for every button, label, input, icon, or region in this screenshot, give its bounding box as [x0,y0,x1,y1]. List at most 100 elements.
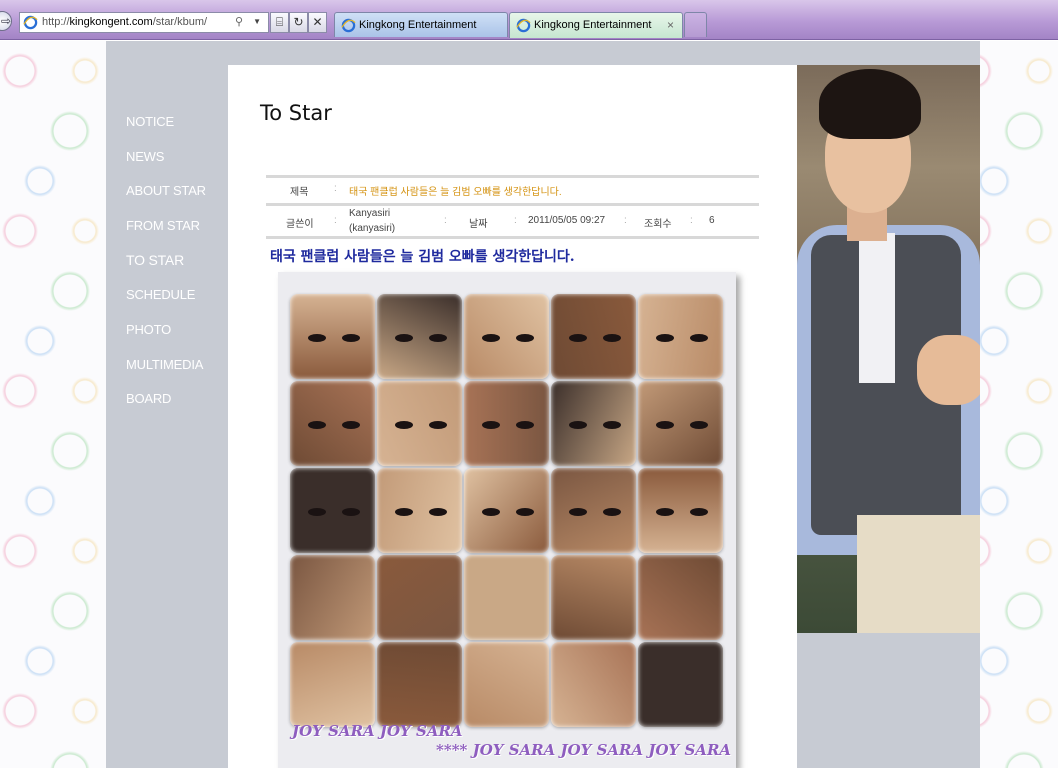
photo-eye [395,334,413,342]
close-tab-icon[interactable]: × [667,18,674,32]
separator: : [690,215,693,226]
stop-icon: ✕ [312,15,323,29]
site-nav: NOTICE NEWS ABOUT STAR FROM STAR TO STAR… [106,41,228,768]
photo-eye [603,334,621,342]
photo-eye [569,421,587,429]
photo-eye [429,508,447,516]
url-text: http://kingkongent.com/star/kbum/ [42,16,208,28]
post-heading: 태국 팬클럽 사람들은 늘 김범 오빠를 생각한답니다. [270,249,575,265]
photo-eye [656,421,674,429]
views-count: 6 [709,215,715,226]
collage-tile [551,294,636,379]
separator: : [334,215,337,226]
separator: : [444,215,447,226]
photo-eye [516,421,534,429]
collage-tile [464,642,549,727]
collage-tile [290,642,375,727]
photo-eye [482,334,500,342]
collage-tile [377,642,462,727]
photo-collage: JOY SARA JOY SARA **** JOY SARA JOY SARA… [278,272,736,768]
subject-label: 제목 [290,187,309,198]
ie-logo-icon [23,15,38,30]
collage-tile [464,555,549,640]
nav-about-star[interactable]: ABOUT STAR [126,183,206,198]
star-photo [797,65,980,633]
browser-toolbar: ⇨ http://kingkongent.com/star/kbum/ ⚲ ▼ … [0,0,1058,40]
photo-eye [690,334,708,342]
photo-eye [429,421,447,429]
nav-photo[interactable]: PHOTO [126,322,171,337]
collage-grid [290,294,726,730]
nav-news[interactable]: NEWS [126,149,164,164]
collage-tile [290,381,375,466]
collage-tile [551,468,636,553]
watermark-text: JOY SARA JOY SARA [292,722,463,740]
author-label: 글쓴이 [286,219,314,230]
photo-eye [308,421,326,429]
content-panel: To Star 제목 : 태국 팬클럽 사람들은 늘 김범 오빠를 생각한답니다… [228,65,797,768]
nav-from-star[interactable]: FROM STAR [126,218,200,233]
back-button[interactable]: ⇨ [0,11,12,31]
date-label: 날짜 [469,219,488,230]
tab-kingkong-1[interactable]: Kingkong Entertainment [334,12,508,37]
collage-tile [638,294,723,379]
tab-kingkong-2[interactable]: Kingkong Entertainment × [509,12,683,38]
refresh-button[interactable]: ↻ [289,12,308,33]
separator: : [334,183,337,194]
photo-eye [482,421,500,429]
nav-multimedia[interactable]: MULTIMEDIA [126,357,203,372]
post-date: 2011/05/05 09:27 [528,215,606,226]
search-icon[interactable]: ⚲ [235,15,243,28]
photo-eye [342,508,360,516]
divider [266,203,759,206]
ie-logo-icon [341,18,356,33]
collage-tile [377,294,462,379]
compatibility-view-button[interactable]: ⌸ [270,12,289,33]
photo-eye [603,421,621,429]
collage-tile [290,294,375,379]
new-tab-button[interactable] [684,12,707,37]
refresh-icon: ↻ [293,15,304,29]
photo-eye [603,508,621,516]
photo-eye [482,508,500,516]
photo-eye [516,508,534,516]
collage-tile [464,468,549,553]
collage-tile [377,381,462,466]
tab-label: Kingkong Entertainment [359,19,477,31]
watermark-text: **** JOY SARA JOY SARA JOY SARA [436,741,732,759]
photo-tee [859,233,895,383]
collage-tile [290,468,375,553]
collage-tile [638,642,723,727]
photo-eye [656,508,674,516]
nav-board[interactable]: BOARD [126,391,171,406]
photo-eye [429,334,447,342]
page-title: To Star [260,101,332,125]
back-arrow-icon: ⇨ [1,14,12,28]
collage-tile [551,555,636,640]
photo-eye [690,421,708,429]
photo-eye [342,334,360,342]
photo-eye [395,508,413,516]
address-bar[interactable]: http://kingkongent.com/star/kbum/ ⚲ ▼ [19,12,269,33]
tab-label: Kingkong Entertainment [534,19,652,31]
collage-tile [464,381,549,466]
ie-logo-icon [516,18,531,33]
post-meta-table: 제목 : 태국 팬클럽 사람들은 늘 김범 오빠를 생각한답니다. 글쓴이 : … [266,175,759,239]
collage-tile [290,555,375,640]
stop-button[interactable]: ✕ [308,12,327,33]
separator: : [624,215,627,226]
divider [266,175,759,178]
separator: : [514,215,517,226]
photo-eye [516,334,534,342]
photo-eye [656,334,674,342]
chevron-down-icon[interactable]: ▼ [253,17,261,26]
post-subject: 태국 팬클럽 사람들은 늘 김범 오빠를 생각한답니다. [349,187,562,198]
collage-tile [377,555,462,640]
photo-hair [819,69,921,139]
photo-eye [395,421,413,429]
nav-notice[interactable]: NOTICE [126,114,174,129]
nav-schedule[interactable]: SCHEDULE [126,287,195,302]
photo-arm [917,335,980,405]
collage-tile [638,468,723,553]
nav-to-star[interactable]: TO STAR [126,252,184,268]
